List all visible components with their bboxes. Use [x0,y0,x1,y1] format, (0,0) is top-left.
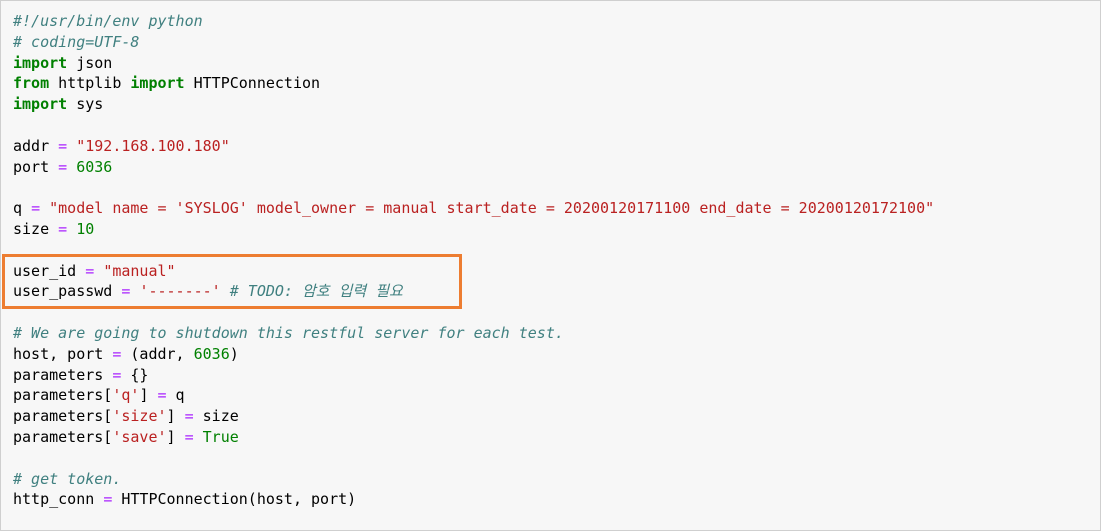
operator-token: = [184,427,194,446]
code-text: q [13,199,32,218]
operator-token: = [58,219,68,238]
code-line: host, port = (addr, 6036) [13,344,934,365]
string-token: "manual" [103,261,176,280]
comment-token: # TODO: 암호 입력 필요 [229,282,403,301]
comment-token: # get token. [13,469,122,488]
keyword-constant-token: True [202,427,239,446]
code-text: ) [229,344,239,363]
comment-token: # We are going to shutdown this restful … [13,323,564,342]
code-text: (addr, [121,344,194,363]
operator-token: = [103,490,113,509]
code-text: parameters[ [13,407,113,426]
code-text: ] [166,407,185,426]
number-token: 6036 [76,157,113,176]
code-line: parameters['save'] = True [13,427,934,448]
code-text: {} [121,365,149,384]
comment-token: # coding=UTF-8 [13,32,140,51]
code-text: json [67,53,113,72]
code-text: parameters[ [13,386,113,405]
code-line: size = 10 [13,219,934,240]
code-text: parameters[ [13,427,113,446]
code-text: addr [13,136,59,155]
keyword-token: import [130,74,185,93]
code-line: port = 6036 [13,157,934,178]
code-line: addr = "192.168.100.180" [13,136,934,157]
operator-token: = [31,199,41,218]
code-line: # We are going to shutdown this restful … [13,323,934,344]
string-token: "192.168.100.180" [76,136,230,155]
code-line: import sys [13,94,934,115]
code-line: parameters = {} [13,365,934,386]
code-line: # coding=UTF-8 [13,32,934,53]
code-text: host, port [13,344,113,363]
code-line: q = "model name = 'SYSLOG' model_owner =… [13,198,934,219]
code-editor[interactable]: #!/usr/bin/env python # coding=UTF-8 impor… [13,11,934,510]
code-text: size [13,219,59,238]
string-token: 'size' [112,407,167,426]
code-text: sys [67,95,104,114]
string-token: '-------' [139,282,221,301]
code-line: #!/usr/bin/env python [13,11,934,32]
code-text: parameters [13,365,113,384]
code-text: user_id [13,261,86,280]
number-token: 6036 [193,344,230,363]
string-token: "model name = 'SYSLOG' model_owner = man… [49,199,935,218]
code-text: ] [166,427,185,446]
code-text: HTTPConnection(host, port) [112,490,357,509]
code-line: from httplib import HTTPConnection [13,73,934,94]
code-text: ] [139,386,158,405]
operator-token: = [58,136,68,155]
keyword-token: import [13,95,68,114]
code-line: parameters['size'] = size [13,406,934,427]
code-cell[interactable]: #!/usr/bin/env python # coding=UTF-8 impor… [0,0,1101,531]
operator-token: = [58,157,68,176]
code-text: HTTPConnection [184,74,321,93]
keyword-token: from [13,74,50,93]
comment-token: #!/usr/bin/env python [13,12,203,30]
code-text: port [13,157,59,176]
keyword-token: import [13,53,68,72]
string-token: 'save' [112,427,167,446]
string-token: 'q' [112,386,140,405]
code-text: user_passwd [13,282,122,301]
code-line: # get token. [13,469,934,490]
code-line: import json [13,53,934,74]
code-text: http_conn [13,490,104,509]
code-line: http_conn = HTTPConnection(host, port) [13,489,934,510]
operator-token: = [184,407,194,426]
code-line: user_id = "manual" [13,261,934,282]
code-line: user_passwd = '-------' # TODO: 암호 입력 필요 [13,281,934,302]
code-line: parameters['q'] = q [13,385,934,406]
code-text: httplib [49,74,131,93]
operator-token: = [157,386,167,405]
code-text: size [193,407,239,426]
operator-token: = [85,261,95,280]
number-token: 10 [76,219,95,238]
code-text: q [166,386,185,405]
